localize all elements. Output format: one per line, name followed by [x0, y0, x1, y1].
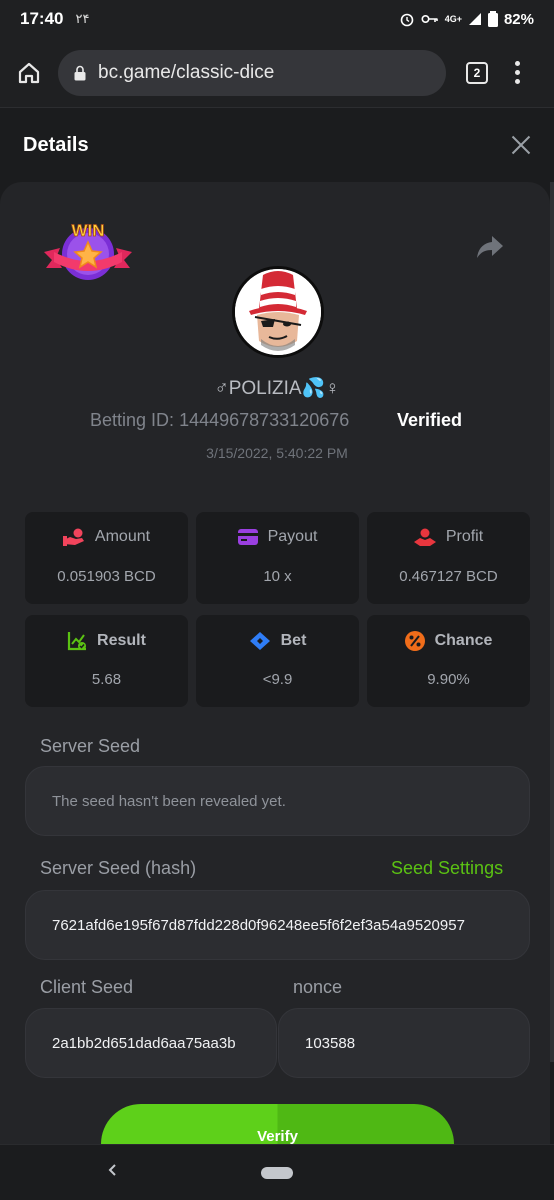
close-button[interactable]	[511, 135, 531, 155]
home-button[interactable]	[14, 58, 44, 88]
server-seed-field: The seed hasn't been revealed yet.	[25, 766, 530, 836]
betting-id-label: Betting ID:	[90, 410, 175, 430]
system-nav-bar	[0, 1144, 554, 1200]
stat-card-chance: Chance 9.90%	[367, 615, 530, 707]
pirate-avatar-icon	[235, 269, 321, 355]
client-seed-label: Client Seed	[40, 977, 134, 997]
stat-label: Amount	[94, 528, 151, 545]
home-pill[interactable]	[261, 1167, 293, 1179]
menu-dot-icon	[514, 61, 520, 66]
server-seed-hash-field[interactable]: 7621afd6e195f67d87fdd228d0f96248ee5f6f2e…	[25, 890, 530, 960]
vpn-key-icon	[421, 14, 438, 24]
battery-level: 82%	[503, 10, 534, 28]
tab-switcher-button[interactable]: 2	[466, 61, 488, 84]
stat-value: 9.90%	[427, 671, 470, 688]
hand-coins-icon	[62, 528, 84, 546]
url-text: bc.game/classic-dice	[98, 61, 275, 83]
menu-dot-icon	[514, 70, 520, 75]
profit-icon	[413, 528, 436, 546]
bet-timestamp: 3/15/2022, 5:40:22 PM	[206, 445, 348, 461]
stat-card-amount: Amount 0.051903 BCD	[25, 512, 188, 604]
home-icon	[18, 62, 40, 83]
browser-toolbar: bc.game/classic-dice 2	[0, 38, 554, 108]
stat-value: <9.9	[262, 671, 293, 688]
username: ♂POLIZIA💦♀	[214, 378, 340, 399]
nonce-label: nonce	[293, 977, 343, 997]
status-extra: ۲۴	[75, 11, 90, 26]
nonce-field[interactable]: 103588	[278, 1008, 530, 1078]
stat-value: 10 x	[263, 568, 292, 585]
address-bar[interactable]: bc.game/classic-dice	[58, 49, 446, 96]
percent-icon	[404, 631, 425, 651]
chart-check-icon	[67, 632, 87, 651]
back-chevron-icon[interactable]	[106, 1163, 120, 1177]
stat-card-bet: Bet <9.9	[196, 615, 359, 707]
dialog-header: Details	[0, 108, 554, 182]
client-seed-field[interactable]: 2a1bb2d651dad6aa75aa3b	[25, 1008, 277, 1078]
details-panel: WIN ♂POLIZIA💦♀ Betting ID: 1444967873312…	[0, 182, 550, 1144]
stat-card-payout: Payout 10 x	[196, 512, 359, 604]
status-bar: 17:40 ۲۴ 4G+ 82%	[0, 0, 554, 38]
betting-id-value: 14449678733120676	[179, 410, 350, 430]
stat-value: 0.051903 BCD	[57, 568, 156, 585]
stat-value: 5.68	[91, 671, 122, 688]
stat-label: Result	[97, 632, 146, 649]
avatar	[232, 266, 324, 358]
win-badge-text: WIN	[71, 221, 104, 240]
browser-menu-button[interactable]	[514, 61, 520, 84]
verify-button[interactable]: Verify	[101, 1104, 454, 1144]
alarm-icon	[400, 13, 414, 27]
betting-id: Betting ID: 14449678733120676	[90, 410, 349, 431]
stat-label: Chance	[434, 632, 493, 649]
share-icon[interactable]	[476, 234, 504, 260]
stat-label: Bet	[280, 632, 307, 649]
verified-status: Verified	[397, 410, 463, 430]
lock-icon	[74, 65, 86, 80]
server-seed-label: Server Seed	[40, 736, 141, 756]
seed-settings-link[interactable]: Seed Settings	[391, 858, 503, 879]
dialog-title: Details	[23, 133, 89, 156]
stat-card-profit: Profit 0.467127 BCD	[367, 512, 530, 604]
signal-icon	[468, 13, 481, 25]
stat-label: Payout	[267, 528, 318, 545]
stat-card-result: Result 5.68	[25, 615, 188, 707]
status-time: 17:40	[20, 9, 64, 28]
panel-scrollbar[interactable]	[550, 182, 554, 1062]
diamond-tag-icon	[249, 632, 270, 650]
menu-dot-icon	[514, 79, 520, 84]
battery-icon	[487, 11, 498, 27]
server-seed-hash-label: Server Seed (hash)	[40, 858, 197, 878]
stat-value: 0.467127 BCD	[399, 568, 498, 585]
win-badge-icon: WIN	[44, 221, 132, 280]
network-type: 4G+	[444, 14, 462, 24]
card-icon	[237, 529, 258, 545]
stat-label: Profit	[445, 528, 484, 545]
